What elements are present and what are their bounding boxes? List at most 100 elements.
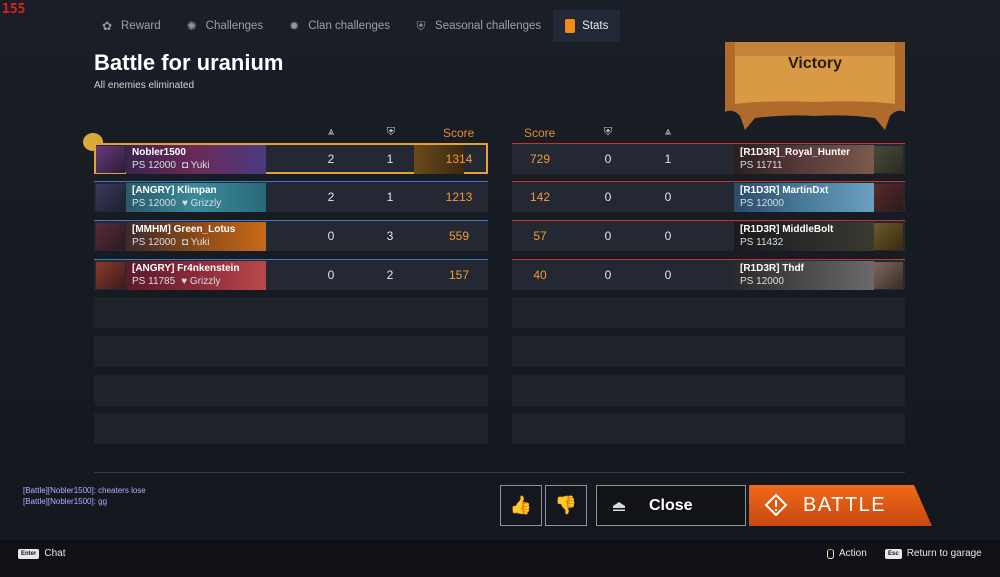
power-score: PS 12000 bbox=[132, 237, 176, 248]
like-button[interactable]: 👍 bbox=[500, 485, 542, 526]
kills-value: 0 bbox=[664, 229, 672, 243]
battle-title: Battle for uranium bbox=[94, 50, 284, 75]
assists-value: 1 bbox=[386, 190, 394, 204]
action-hint[interactable]: Action bbox=[827, 548, 867, 559]
seasonal-icon: ⛨ bbox=[416, 19, 426, 33]
assists-value: 0 bbox=[604, 229, 612, 243]
assists-header-icon: ⛨ bbox=[603, 126, 613, 138]
score-value: 1213 bbox=[445, 190, 473, 204]
enemy-score-header: Score bbox=[524, 126, 556, 140]
kills-header-icon: ⩓ bbox=[327, 126, 335, 138]
enemy-row[interactable]: 142 0 0 [R1D3R] MartinDxt PS 12000 bbox=[512, 181, 905, 212]
assists-value: 3 bbox=[386, 229, 394, 243]
empty-slot bbox=[512, 413, 905, 444]
ally-row[interactable]: [ANGRY] Klimpan PS 12000 ♥ Grizzly 2 1 12… bbox=[94, 181, 488, 212]
ally-row[interactable]: [MMHM] Green_Lotus PS 12000 ◘ Yuki 0 3 55… bbox=[94, 220, 488, 251]
tab-label: Challenges bbox=[205, 20, 264, 32]
avatar bbox=[96, 184, 125, 211]
return-hint[interactable]: Esc Return to garage bbox=[885, 548, 982, 559]
kills-header-icon: ⩓ bbox=[664, 126, 672, 138]
tab-seasonal-challenges[interactable]: ⛨ Seasonal challenges bbox=[402, 10, 553, 42]
score-value: 729 bbox=[529, 152, 551, 166]
ally-row[interactable]: [ANGRY] Fr4nkenstein PS 11785 ♥ Grizzly 0… bbox=[94, 259, 488, 290]
assists-value: 0 bbox=[604, 268, 612, 282]
power-score: PS 12000 bbox=[132, 160, 176, 171]
battle-button[interactable]: BATTLE bbox=[749, 485, 932, 526]
kills-value: 0 bbox=[327, 268, 335, 282]
empty-slot bbox=[512, 336, 905, 367]
player-name: [R1D3R]_Royal_Hunter bbox=[740, 147, 851, 158]
assists-value: 2 bbox=[386, 268, 394, 282]
dislike-button[interactable]: 👎 bbox=[545, 485, 587, 526]
avatar bbox=[96, 262, 125, 289]
tab-clan-challenges[interactable]: ✹ Clan challenges bbox=[275, 10, 402, 42]
player-info: PS 12000 ◘ Yuki bbox=[132, 160, 210, 171]
victory-banner: Victory bbox=[725, 42, 905, 130]
player-info: PS 11785 ♥ Grizzly bbox=[132, 276, 220, 287]
enter-key-icon: Enter bbox=[18, 548, 40, 559]
esc-key-icon: Esc bbox=[885, 548, 902, 559]
enemy-row[interactable]: 57 0 0 [R1D3R] MiddleBolt PS 11432 bbox=[512, 220, 905, 251]
player-name: Nobler1500 bbox=[132, 147, 186, 158]
mouse-icon bbox=[827, 548, 834, 559]
battle-label: BATTLE bbox=[803, 494, 887, 516]
clan-icon: ♥ bbox=[181, 276, 188, 287]
empty-slot bbox=[94, 375, 488, 406]
result-label: Victory bbox=[788, 55, 842, 72]
action-hint-label: Action bbox=[839, 548, 867, 559]
power-score: PS 11432 bbox=[740, 237, 784, 248]
close-label: Close bbox=[649, 497, 693, 514]
avatar bbox=[96, 223, 125, 250]
tab-stats[interactable]: Stats bbox=[553, 10, 621, 42]
exit-icon bbox=[613, 502, 625, 511]
empty-slot bbox=[94, 336, 488, 367]
score-value: 57 bbox=[533, 229, 547, 243]
chat-hint-label: Chat bbox=[44, 548, 66, 559]
tab-reward[interactable]: ✿ Reward bbox=[88, 10, 173, 42]
assists-header-icon: ⛨ bbox=[386, 126, 396, 138]
clan-name: Grizzly bbox=[190, 198, 222, 209]
power-score: PS 12000 bbox=[132, 198, 176, 209]
ally-row[interactable]: Nobler1500 PS 12000 ◘ Yuki 2 1 1314 bbox=[94, 143, 488, 174]
score-value: 142 bbox=[529, 190, 551, 204]
clan-name: Yuki bbox=[190, 237, 210, 248]
clan-name: Grizzly bbox=[189, 276, 221, 287]
return-hint-label: Return to garage bbox=[906, 548, 982, 559]
empty-slot bbox=[512, 297, 905, 328]
challenges-icon: ✺ bbox=[186, 19, 197, 33]
chat-hint[interactable]: Enter Chat bbox=[18, 548, 65, 559]
enemy-row[interactable]: 729 0 1 [R1D3R]_Royal_Hunter PS 11711 bbox=[512, 143, 905, 174]
score-value: 157 bbox=[448, 268, 470, 282]
power-score: PS 11785 bbox=[132, 276, 176, 287]
score-value: 40 bbox=[533, 268, 547, 282]
tab-label: Stats bbox=[582, 20, 609, 32]
battle-subtitle: All enemies eliminated bbox=[94, 80, 195, 91]
close-button[interactable]: Close bbox=[596, 485, 746, 526]
chat-message: [Battle][Nobler1500]: gg bbox=[23, 497, 108, 506]
avatar bbox=[874, 262, 903, 289]
divider bbox=[94, 472, 905, 473]
power-score: PS 12000 bbox=[740, 276, 784, 287]
tab-label: Reward bbox=[121, 20, 161, 32]
player-name: [MMHM] Green_Lotus bbox=[132, 224, 236, 235]
ally-score-header: Score bbox=[443, 126, 475, 140]
stats-icon bbox=[565, 19, 576, 33]
clan-icon: ◘ bbox=[181, 160, 188, 171]
fps-counter: 155 bbox=[2, 2, 26, 17]
avatar bbox=[96, 146, 125, 173]
player-info: PS 12000 ♥ Grizzly bbox=[132, 198, 221, 209]
tab-label: Seasonal challenges bbox=[435, 20, 542, 32]
kills-value: 2 bbox=[327, 152, 335, 166]
score-value: 1314 bbox=[445, 152, 473, 166]
top-tabs: ✿ Reward ✺ Challenges ✹ Clan challenges ⛨ Se… bbox=[88, 10, 621, 42]
player-info: PS 12000 ◘ Yuki bbox=[132, 237, 210, 248]
avatar bbox=[874, 146, 903, 173]
thumbs-up-icon: 👍 bbox=[509, 495, 533, 515]
enemy-row[interactable]: 40 0 0 [R1D3R] Thdf PS 12000 bbox=[512, 259, 905, 290]
tab-challenges[interactable]: ✺ Challenges bbox=[173, 10, 276, 42]
score-value: 559 bbox=[448, 229, 470, 243]
avatar bbox=[874, 223, 903, 250]
power-score: PS 11711 bbox=[740, 160, 783, 171]
kills-value: 0 bbox=[664, 268, 672, 282]
tab-label: Clan challenges bbox=[308, 20, 391, 32]
